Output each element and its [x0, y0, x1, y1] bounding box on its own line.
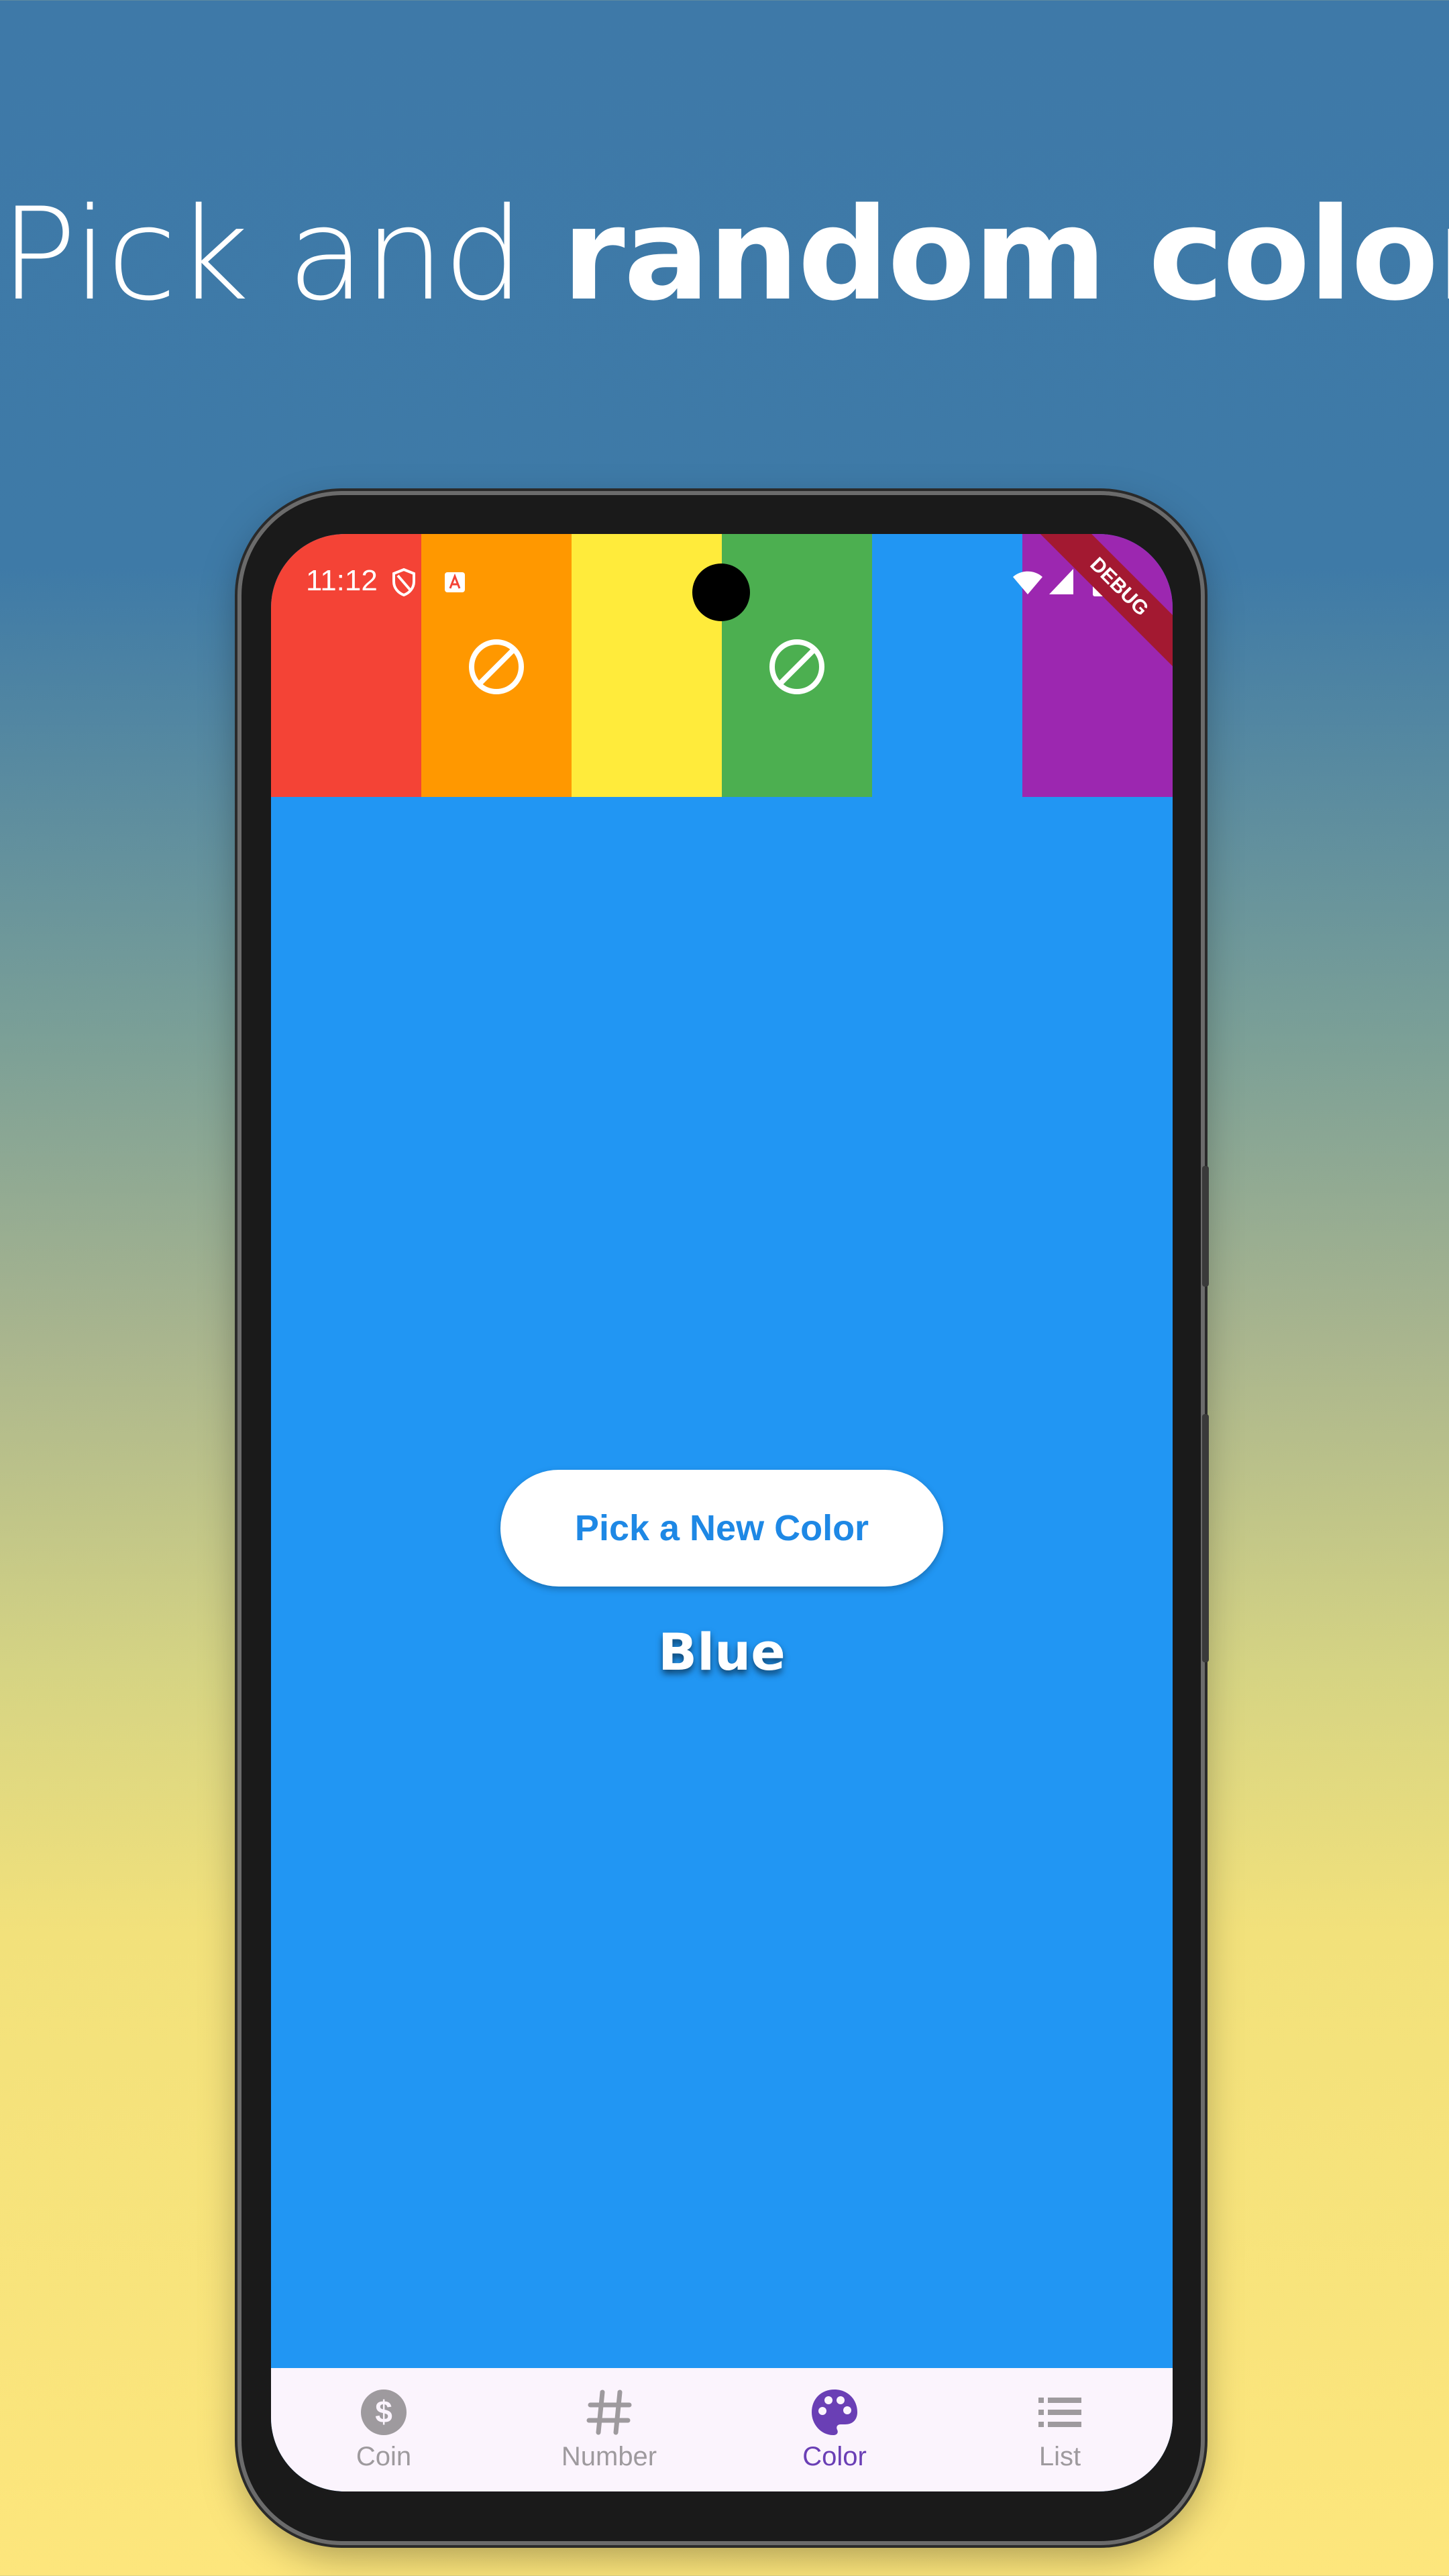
nav-label-coin: Coin	[356, 2442, 412, 2471]
volume-button	[1202, 1166, 1209, 1287]
nav-item-number[interactable]: Number	[496, 2368, 722, 2491]
list-icon	[1038, 2398, 1081, 2427]
phone-frame: 11:12 DEBUG Pick a New Color Blue $ Coin…	[241, 495, 1209, 2541]
headline-bold: random color	[561, 180, 1449, 329]
block-icon	[469, 639, 524, 694]
palette-icon	[812, 2390, 857, 2435]
dollar-icon: $	[361, 2390, 407, 2435]
color-name-label: Blue	[658, 1622, 786, 1682]
bottom-navigation: $ Coin Number Color List	[271, 2368, 1173, 2491]
headline: Pick and random color	[0, 181, 1449, 329]
nav-item-list[interactable]: List	[947, 2368, 1173, 2491]
svg-text:$: $	[375, 2394, 392, 2429]
app-notification-icon	[445, 572, 465, 592]
camera-cutout	[692, 564, 750, 621]
status-time: 11:12	[306, 564, 378, 597]
nav-label-color: Color	[802, 2442, 867, 2471]
nav-item-color[interactable]: Color	[722, 2368, 947, 2491]
app-screen: 11:12 DEBUG Pick a New Color Blue $ Coin…	[271, 534, 1173, 2491]
nav-item-coin[interactable]: $ Coin	[271, 2368, 496, 2491]
power-button	[1202, 1414, 1209, 1662]
status-bar: 11:12 DEBUG	[271, 534, 1173, 672]
headline-light: Pick and	[0, 180, 562, 329]
pick-new-color-button[interactable]: Pick a New Color	[500, 1470, 943, 1587]
block-icon	[769, 639, 824, 694]
wifi-icon	[1013, 571, 1042, 594]
shield-icon	[392, 568, 415, 597]
signal-icon	[1049, 569, 1073, 594]
hash-icon	[586, 2390, 632, 2435]
nav-label-list: List	[1038, 2442, 1081, 2471]
nav-label-number: Number	[561, 2442, 657, 2471]
